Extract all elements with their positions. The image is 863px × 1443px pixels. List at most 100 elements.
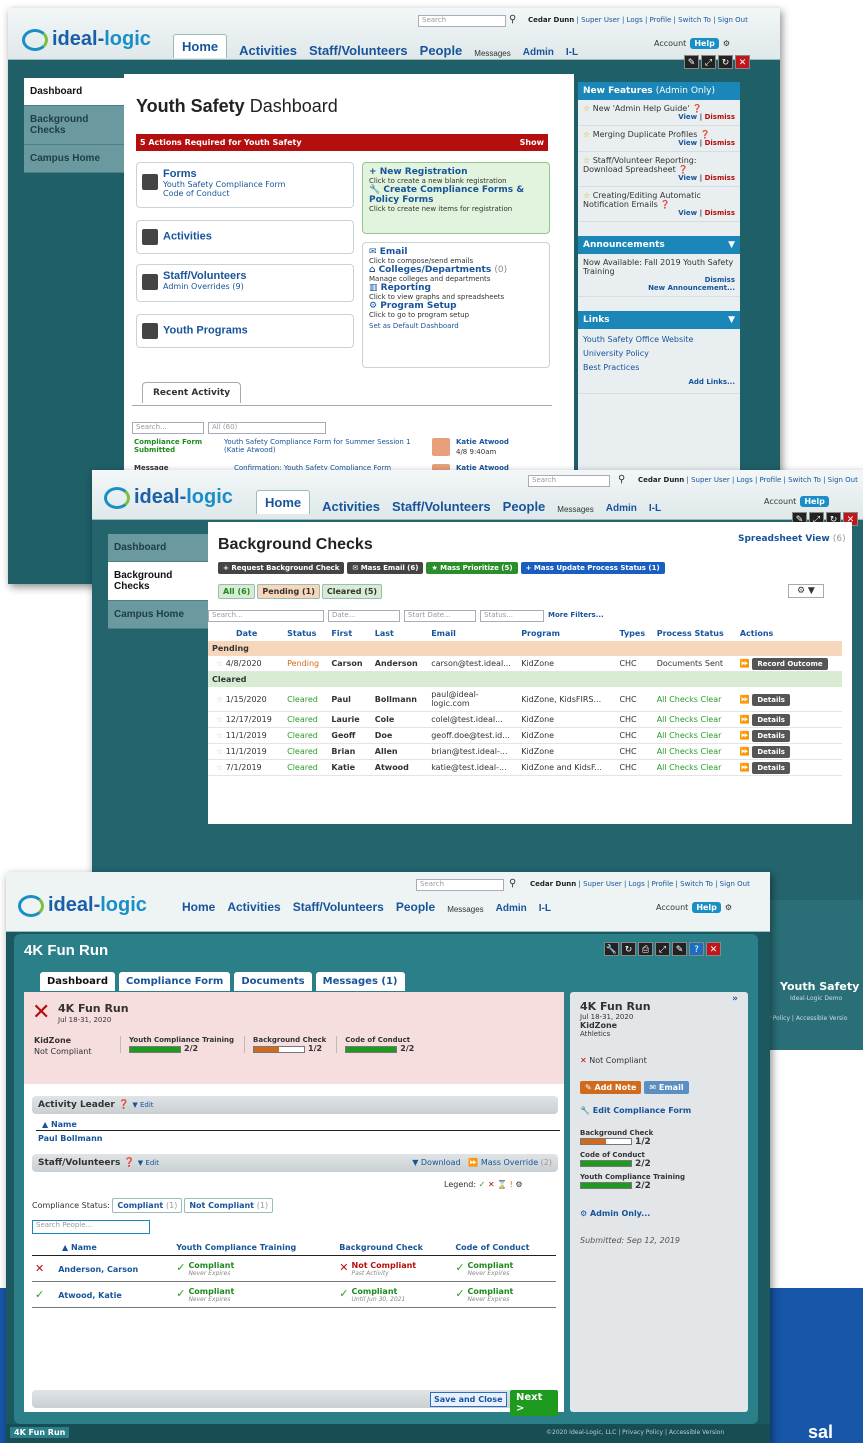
- admin-only-link[interactable]: ⚙ Admin Only...: [580, 1209, 738, 1218]
- logo[interactable]: ideal-logic: [18, 894, 147, 917]
- start-date-filter[interactable]: Start Date...: [404, 610, 476, 622]
- filter-all[interactable]: All (6): [218, 584, 256, 599]
- new-registration-link[interactable]: + New Registration: [369, 167, 543, 177]
- compliance-status[interactable]: Compliant: [455, 1287, 553, 1296]
- view-link[interactable]: View: [678, 209, 697, 217]
- dismiss-link[interactable]: Dismiss: [705, 276, 735, 284]
- tab-messages[interactable]: Messages (1): [315, 972, 405, 991]
- column-header[interactable]: Actions: [736, 626, 842, 641]
- nav-admin[interactable]: Admin: [523, 47, 554, 58]
- email-link[interactable]: ✉ Email: [369, 247, 543, 257]
- table-row[interactable]: ☆ 11/1/2019 Cleared Brian Allen brian@test.i…: [208, 744, 842, 760]
- nav-home[interactable]: Home: [173, 34, 228, 58]
- column-header[interactable]: Email: [427, 626, 517, 641]
- link-item[interactable]: Youth Safety Office Website: [583, 333, 735, 347]
- nav-activities[interactable]: Activities: [322, 499, 380, 514]
- person-name-link[interactable]: Anderson, Carson: [58, 1265, 138, 1274]
- star-icon[interactable]: ☆: [216, 659, 226, 668]
- search-input[interactable]: Search: [418, 15, 506, 27]
- email-button[interactable]: ✉ Email: [644, 1081, 689, 1094]
- create-forms-link[interactable]: 🔧 Create Compliance Forms & Policy Forms: [369, 185, 543, 205]
- star-icon[interactable]: ☆: [216, 731, 226, 740]
- refresh-icon[interactable]: ↻: [718, 55, 733, 69]
- table-row[interactable]: ✓ Atwood, Katie ✓ Compliant Never Expires ✓ Co…: [32, 1282, 556, 1308]
- sidebar-item-background-checks[interactable]: Background Checks: [24, 106, 124, 145]
- more-filters-link[interactable]: More Filters...: [548, 611, 604, 619]
- nav-il[interactable]: I-L: [566, 47, 578, 58]
- sidebar-item-campus-home[interactable]: Campus Home: [24, 145, 124, 173]
- person-name-link[interactable]: Atwood, Katie: [58, 1291, 122, 1300]
- nav-staff[interactable]: Staff/Volunteers: [392, 499, 491, 514]
- column-header[interactable]: ▲ Name: [32, 1240, 173, 1256]
- links-header[interactable]: Links ▼: [578, 311, 740, 329]
- column-header[interactable]: Last: [371, 626, 427, 641]
- close-icon[interactable]: ✕: [706, 942, 721, 956]
- chevron-down-icon[interactable]: ▼: [728, 315, 735, 325]
- help-circle-icon[interactable]: ❓: [118, 1100, 129, 1110]
- column-header[interactable]: Code of Conduct: [452, 1240, 556, 1256]
- forms-link-compliance[interactable]: Youth Safety Compliance Form: [142, 180, 348, 189]
- star-icon[interactable]: ☆: [583, 130, 590, 139]
- set-default-link[interactable]: Set as Default Dashboard: [369, 322, 543, 330]
- nav-activities[interactable]: Activities: [239, 43, 297, 58]
- nav-home[interactable]: Home: [256, 490, 311, 514]
- mass-override-link[interactable]: ⏩ Mass Override (2): [468, 1158, 552, 1167]
- edit-link[interactable]: ▼ Edit: [132, 1101, 153, 1109]
- recent-search-input[interactable]: Search...: [132, 422, 204, 434]
- save-close-button[interactable]: Save and Close: [430, 1392, 507, 1407]
- table-row[interactable]: ☆ 11/1/2019 Cleared Geoff Doe geoff.doe@test…: [208, 728, 842, 744]
- add-links-link[interactable]: Add Links...: [688, 378, 735, 386]
- table-row[interactable]: ☆ 7/1/2019 Cleared Katie Atwood katie@test.i…: [208, 760, 842, 776]
- tab-documents[interactable]: Documents: [234, 972, 312, 991]
- staff-title[interactable]: Staff/Volunteers: [142, 270, 348, 282]
- column-header[interactable]: Status: [283, 626, 327, 641]
- filter-pending[interactable]: Pending (1): [257, 584, 320, 599]
- gear-icon[interactable]: ⚙: [725, 903, 732, 912]
- star-icon[interactable]: ☆: [583, 191, 590, 200]
- link-item[interactable]: Best Practices: [583, 361, 735, 375]
- account-link[interactable]: Account: [764, 497, 796, 506]
- cell-action[interactable]: Details: [752, 746, 790, 758]
- account-link[interactable]: Account: [654, 39, 686, 48]
- nav-people[interactable]: People: [396, 900, 435, 914]
- dismiss-link[interactable]: Dismiss: [705, 174, 735, 182]
- help-icon[interactable]: ?: [689, 942, 704, 956]
- alert-bar[interactable]: 5 Actions Required for Youth Safety Show: [136, 134, 548, 151]
- search-input[interactable]: Search: [416, 879, 504, 891]
- recent-row-person[interactable]: Katie Atwood: [456, 438, 509, 446]
- star-icon[interactable]: ☆: [216, 763, 226, 772]
- table-row[interactable]: ☆ 1/15/2020 Cleared Paul Bollmann paul@ideal…: [208, 687, 842, 712]
- cell-action[interactable]: Details: [752, 730, 790, 742]
- date-filter[interactable]: Date...: [328, 610, 400, 622]
- column-header[interactable]: Process Status: [653, 626, 736, 641]
- table-row[interactable]: ✕ Anderson, Carson ✓ Compliant Never Expires…: [32, 1256, 556, 1282]
- tab-compliance-form[interactable]: Compliance Form: [119, 972, 231, 991]
- recent-row-desc[interactable]: Youth Safety Compliance Form for Summer …: [224, 438, 424, 454]
- nav-messages[interactable]: Messages: [447, 905, 483, 914]
- star-icon[interactable]: ☆: [216, 715, 226, 724]
- bg-footer-links[interactable]: cy Policy | Accessible Versio: [764, 1015, 847, 1022]
- staff-card[interactable]: Staff/Volunteers Admin Overrides (9): [136, 264, 354, 302]
- search-icon[interactable]: ⚲: [509, 14, 516, 25]
- user-links[interactable]: Cedar Dunn | Super User | Logs | Profile…: [530, 880, 750, 888]
- help-circle-icon[interactable]: ❓: [660, 200, 670, 209]
- cell-action[interactable]: Record Outcome: [752, 658, 828, 670]
- help-button[interactable]: Help: [690, 38, 719, 49]
- table-settings-button[interactable]: ⚙ ▼: [788, 584, 824, 598]
- colleges-link[interactable]: ⌂ Colleges/Departments (0): [369, 265, 543, 275]
- help-button[interactable]: Help: [692, 902, 721, 913]
- compliance-status[interactable]: Compliant: [339, 1287, 449, 1296]
- expand-icon[interactable]: ⤢: [701, 55, 716, 69]
- search-input[interactable]: Search: [528, 475, 610, 487]
- help-circle-icon[interactable]: ❓: [678, 165, 688, 174]
- account-link[interactable]: Account: [656, 903, 688, 912]
- mass-email-button[interactable]: ✉ Mass Email (6): [347, 562, 424, 574]
- activity-leader-bar[interactable]: Activity Leader ❓ ▼ Edit: [32, 1096, 558, 1114]
- link-item[interactable]: University Policy: [583, 347, 735, 361]
- close-icon[interactable]: ✕: [735, 55, 750, 69]
- gear-icon[interactable]: ⚙: [723, 39, 730, 48]
- sidebar-item-campus-home[interactable]: Campus Home: [108, 601, 208, 629]
- user-links[interactable]: Cedar Dunn | Super User | Logs | Profile…: [638, 476, 858, 484]
- wrench-icon[interactable]: 🔧: [604, 942, 619, 956]
- star-icon[interactable]: ☆: [216, 747, 226, 756]
